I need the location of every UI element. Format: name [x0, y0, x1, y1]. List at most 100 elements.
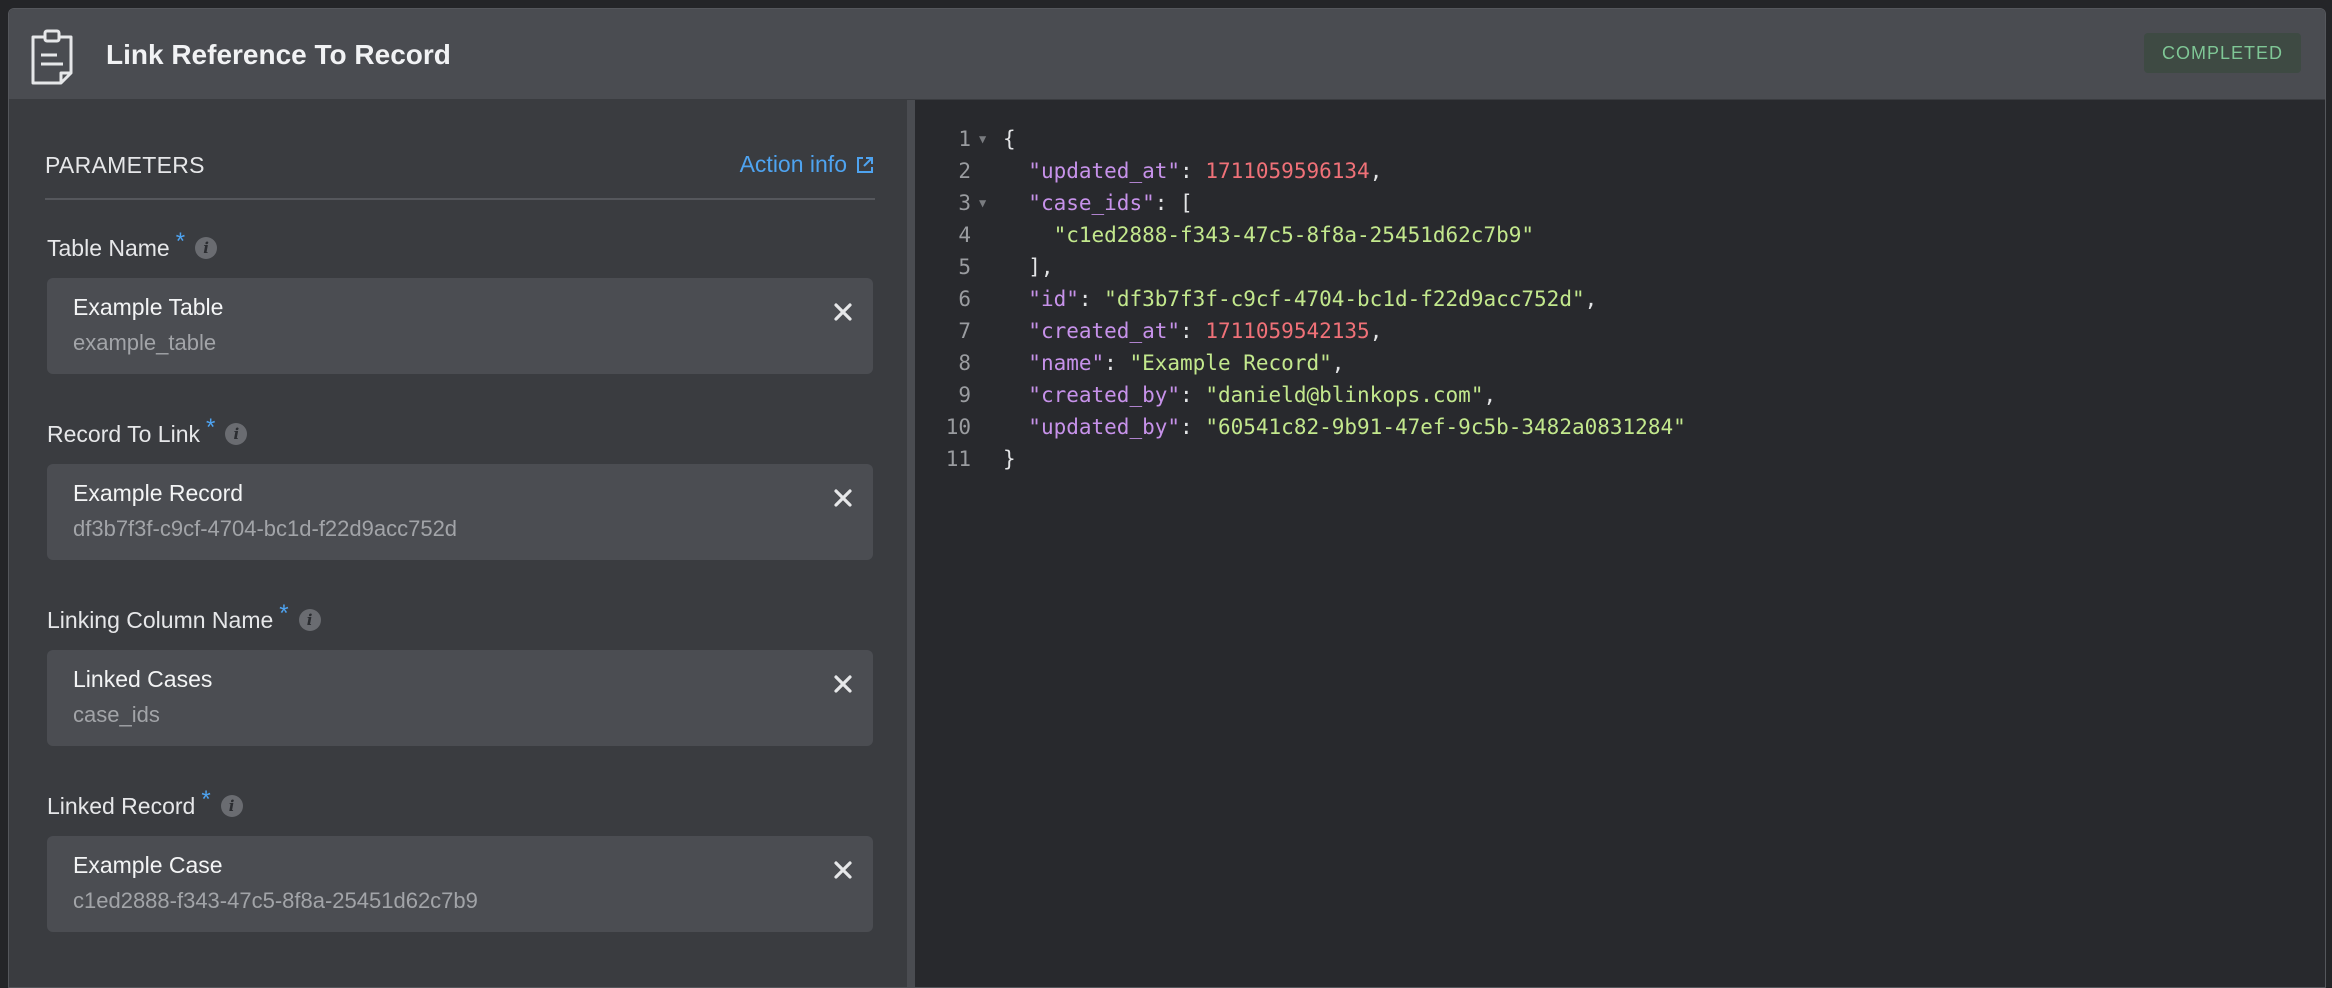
info-icon[interactable]: i: [195, 237, 218, 259]
line-number: 8: [958, 351, 971, 375]
line-number: 11: [945, 447, 971, 471]
field-record-to-link: Record To Link * i Example Record df3b7f…: [47, 414, 873, 560]
fold-toggle-icon[interactable]: ▼: [979, 123, 986, 155]
line-number: 4: [958, 223, 971, 247]
code-text: }: [1003, 443, 1016, 475]
external-link-icon: [857, 156, 873, 173]
action-window: Link Reference To Record COMPLETED PARAM…: [8, 8, 2326, 988]
field-value: Example Record: [73, 480, 244, 506]
close-icon[interactable]: [829, 670, 857, 698]
code-text: "updated_at": 1711059596134,: [1003, 155, 1382, 187]
linked-record-select[interactable]: Example Case c1ed2888-f343-47c5-8f8a-254…: [47, 836, 873, 932]
code-token: "created_at": [1028, 319, 1181, 343]
table-name-select[interactable]: Example Table example_table: [47, 278, 873, 374]
page-title: Link Reference To Record: [106, 39, 451, 70]
field-label: Linked Record: [47, 792, 196, 819]
code-token: ,: [1369, 319, 1383, 343]
line-number: 7: [958, 319, 971, 343]
line-number: 2: [958, 159, 971, 183]
code-token: "df3b7f3f-c9cf-4704-bc1d-f22d9acc752d": [1104, 287, 1585, 311]
code-token: ,: [1584, 287, 1598, 311]
code-token: :: [1180, 159, 1206, 183]
field-linked-record: Linked Record * i Example Case c1ed2888-…: [47, 786, 873, 932]
info-icon[interactable]: i: [225, 423, 248, 445]
field-table-name: Table Name * i Example Table example_tab…: [47, 228, 873, 374]
code-token: "updated_at": [1028, 159, 1181, 183]
status-badge: COMPLETED: [2143, 33, 2301, 73]
field-label: Record To Link: [47, 420, 200, 447]
code-text: "c1ed2888-f343-47c5-8f8a-25451d62c7b9": [1003, 219, 1534, 251]
code-token: 1711059542135: [1205, 319, 1370, 343]
close-icon[interactable]: [829, 484, 857, 512]
code-token: "updated_by": [1028, 415, 1181, 439]
line-number: 9: [958, 383, 971, 407]
required-asterisk: *: [201, 786, 211, 813]
json-output-viewer: 1 ▼ {2 "updated_at": 1711059596134, 3 ▼ "cas…: [915, 100, 2325, 987]
code-token: "c1ed2888-f343-47c5-8f8a-25451d62c7b9": [1053, 223, 1535, 247]
field-linking-column-name: Linking Column Name * i Linked Cases cas…: [47, 600, 873, 746]
code-token: "created_by": [1028, 383, 1181, 407]
code-token: "id": [1028, 287, 1079, 311]
linking-column-name-select[interactable]: Linked Cases case_ids: [47, 650, 873, 746]
clipboard-note-icon: [31, 29, 73, 85]
panel-resize-handle[interactable]: [907, 100, 915, 987]
line-number: 6: [958, 287, 971, 311]
code-token: "60541c82-9b91-47ef-9c5b-3482a0831284": [1205, 415, 1686, 439]
required-asterisk: *: [279, 600, 289, 627]
code-text: "updated_by": "60541c82-9b91-47ef-9c5b-3…: [1003, 411, 1686, 443]
code-token: 1711059596134: [1205, 159, 1370, 183]
code-token: :: [1180, 319, 1206, 343]
field-value: Example Table: [73, 294, 224, 320]
code-token: :: [1104, 351, 1130, 375]
close-icon[interactable]: [829, 298, 857, 326]
field-sub-value: c1ed2888-f343-47c5-8f8a-25451d62c7b9: [73, 888, 478, 913]
fold-toggle-icon[interactable]: ▼: [979, 187, 986, 219]
code-token: ,: [1483, 383, 1497, 407]
code-text: {: [1003, 123, 1016, 155]
code-token: :: [1180, 415, 1206, 439]
code-text: ],: [1003, 251, 1054, 283]
header-bar: Link Reference To Record COMPLETED: [9, 9, 2325, 100]
line-number: 3: [958, 191, 971, 215]
required-asterisk: *: [206, 414, 216, 441]
code-text: "name": "Example Record",: [1003, 347, 1344, 379]
field-label: Table Name: [47, 234, 170, 261]
code-token: "Example Record": [1129, 351, 1332, 375]
required-asterisk: *: [175, 228, 186, 255]
field-sub-value: df3b7f3f-c9cf-4704-bc1d-f22d9acc752d: [73, 516, 458, 541]
code-text: "id": "df3b7f3f-c9cf-4704-bc1d-f22d9acc7…: [1003, 283, 1597, 315]
parameters-title: PARAMETERS: [45, 152, 205, 178]
field-sub-value: example_table: [73, 330, 217, 355]
code-text: "case_ids": [: [1003, 187, 1193, 219]
code-token: ,: [1369, 159, 1383, 183]
line-number: 10: [945, 415, 971, 439]
code-token: ],: [1003, 255, 1054, 279]
line-number: 1: [958, 127, 971, 151]
record-to-link-select[interactable]: Example Record df3b7f3f-c9cf-4704-bc1d-f…: [47, 464, 873, 560]
code-token: "danield@blinkops.com": [1205, 383, 1484, 407]
parameters-panel: PARAMETERS Action info Table Name * i Ex…: [9, 100, 907, 987]
code-token: :: [1180, 383, 1206, 407]
code-token: }: [1003, 447, 1016, 471]
action-info-label: Action info: [739, 151, 847, 177]
field-sub-value: case_ids: [73, 702, 160, 727]
action-info-link[interactable]: Action info: [740, 151, 875, 178]
info-icon[interactable]: i: [220, 795, 243, 817]
info-icon[interactable]: i: [298, 609, 321, 631]
field-label: Linking Column Name: [47, 606, 274, 633]
code-token: : [: [1154, 191, 1193, 215]
code-token: {: [1003, 127, 1016, 151]
close-icon[interactable]: [829, 856, 857, 884]
field-value: Linked Cases: [73, 666, 213, 692]
field-value: Example Case: [73, 852, 223, 878]
code-text: "created_at": 1711059542135,: [1003, 315, 1382, 347]
code-token: :: [1078, 287, 1105, 311]
